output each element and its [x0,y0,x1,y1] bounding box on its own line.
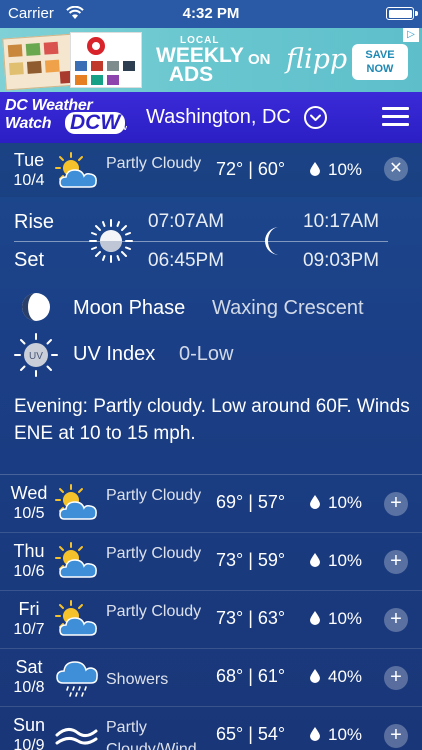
raindrop-icon [310,669,320,683]
uv-index-icon: UV [14,333,58,377]
forecast-description: Evening: Partly cloudy. Low around 60F. … [14,396,410,444]
sun-icon [88,218,134,264]
partly-cloudy-icon [54,483,100,525]
status-time: 4:32 PM [182,5,240,22]
day-row[interactable]: Sun 10/9 Partly Cloudy/Wind 65° | 54° 10… [0,707,422,750]
ad-flipp-logo: flipp [286,44,348,75]
uv-index-label: UV Index [73,343,156,365]
condition-text: Partly Cloudy [106,155,202,172]
battery-icon [386,7,418,20]
partly-cloudy-icon [54,599,100,641]
temperature-high-low: 68° | 61° [216,666,286,686]
uv-badge-text: UV [29,351,43,362]
precip-chance: 10% [328,551,363,570]
rise-label: Rise [14,211,55,233]
logo-line2: Watch [5,115,52,132]
adchoices-icon[interactable]: ▷ [403,28,419,42]
raindrop-icon [310,495,320,509]
ad-now-text: NOW [366,63,394,75]
raindrop-icon [310,553,320,567]
temperature-high-low: 72° | 60° [216,159,286,179]
condition-text: Partly Cloudy [106,603,202,620]
day-row[interactable]: Thu 10/6 Partly Cloudy 73° | 59° 10% + [0,533,422,591]
temperature-high-low: 73° | 59° [216,550,286,570]
showers-icon [54,657,100,699]
ad-save-now-button[interactable]: SAVE NOW [352,44,408,80]
precip-chance: 10% [328,160,363,179]
uv-index-value: 0-Low [179,343,234,365]
ad-flyer-image [2,32,144,91]
day-date: 10/7 [13,621,45,638]
day-name: Sun [12,715,46,735]
day-date: 10/5 [13,505,45,522]
day-name: Thu [13,541,45,561]
expand-button[interactable]: + [384,666,408,690]
precip-chance: 10% [328,725,363,744]
collapse-button[interactable]: ✕ [384,157,408,181]
chevron-down-icon[interactable] [304,106,327,129]
app-header: DC Weather Watch DCW .tv Washington, DC [0,92,422,143]
temperature-high-low: 69° | 57° [216,492,286,512]
set-label: Set [14,249,45,271]
crescent-moon-icon [261,225,289,257]
day-detail-panel: Rise Set 07:07AM 06:45PM 10:17AM 09:03PM [0,197,422,475]
condition-text: Partly Cloudy [106,545,202,562]
day-date: 10/6 [13,563,45,580]
ad-on-text: ON [248,51,271,68]
day-name: Sat [15,657,43,677]
temperature-high-low: 65° | 54° [216,724,286,744]
logo-dcw-mark: DCW [65,112,126,134]
day-row[interactable]: Wed 10/5 Partly Cloudy 69° | 57° 10% + [0,475,422,533]
moonset-time: 09:03PM [303,250,380,271]
hamburger-menu-icon[interactable] [382,107,409,127]
day-date: 10/9 [13,737,45,750]
ad-headline: WEEKLY ADS [156,45,244,86]
sunset-time: 06:45PM [148,250,225,271]
logo-tv-suffix: .tv [119,125,128,132]
app-logo: DC Weather Watch DCW .tv [5,97,133,139]
condition-text: Partly Cloudy/Wind [106,719,197,750]
today-row[interactable]: Tue 10/4 Partly Cloudy 72° | 60° 10% ✕ [0,143,422,197]
moon-phase-value: Waxing Crescent [212,297,364,319]
moon-phase-icon [20,291,52,323]
day-name: Fri [18,599,40,619]
expand-button[interactable]: + [384,492,408,516]
rise-set-divider [14,241,388,242]
raindrop-icon [310,611,320,625]
location-name[interactable]: Washington, DC [146,106,291,129]
ad-save-text: SAVE [365,49,395,61]
expand-button[interactable]: + [384,550,408,574]
moonrise-time: 10:17AM [303,211,380,232]
moon-phase-label: Moon Phase [73,297,186,319]
day-date: 10/4 [13,172,45,189]
sunrise-time: 07:07AM [148,211,225,232]
raindrop-icon [310,727,320,741]
day-row[interactable]: Fri 10/7 Partly Cloudy 73° | 63° 10% + [0,591,422,649]
ad-banner[interactable]: LOCAL WEEKLY ADS ON flipp SAVE NOW ▷ [0,28,422,92]
precip-chance: 10% [328,493,363,512]
status-bar: Carrier 4:32 PM [0,0,422,28]
partly-cloudy-icon [54,151,100,193]
precip-chance: 10% [328,609,363,628]
raindrop-icon [310,162,320,176]
expand-button[interactable]: + [384,724,408,748]
day-name: Tue [13,150,45,170]
temperature-high-low: 73° | 63° [216,608,286,628]
precip-chance: 40% [328,667,363,686]
partly-cloudy-icon [54,541,100,583]
condition-text: Partly Cloudy [106,487,202,504]
day-date: 10/8 [13,679,45,696]
ad-ads-text: ADS [168,63,214,86]
wind-icon [54,715,100,750]
day-name: Wed [10,483,48,503]
condition-text: Showers [106,671,169,688]
expand-button[interactable]: + [384,608,408,632]
day-row[interactable]: Sat 10/8 Showers 68° | 61° 40% + [0,649,422,707]
